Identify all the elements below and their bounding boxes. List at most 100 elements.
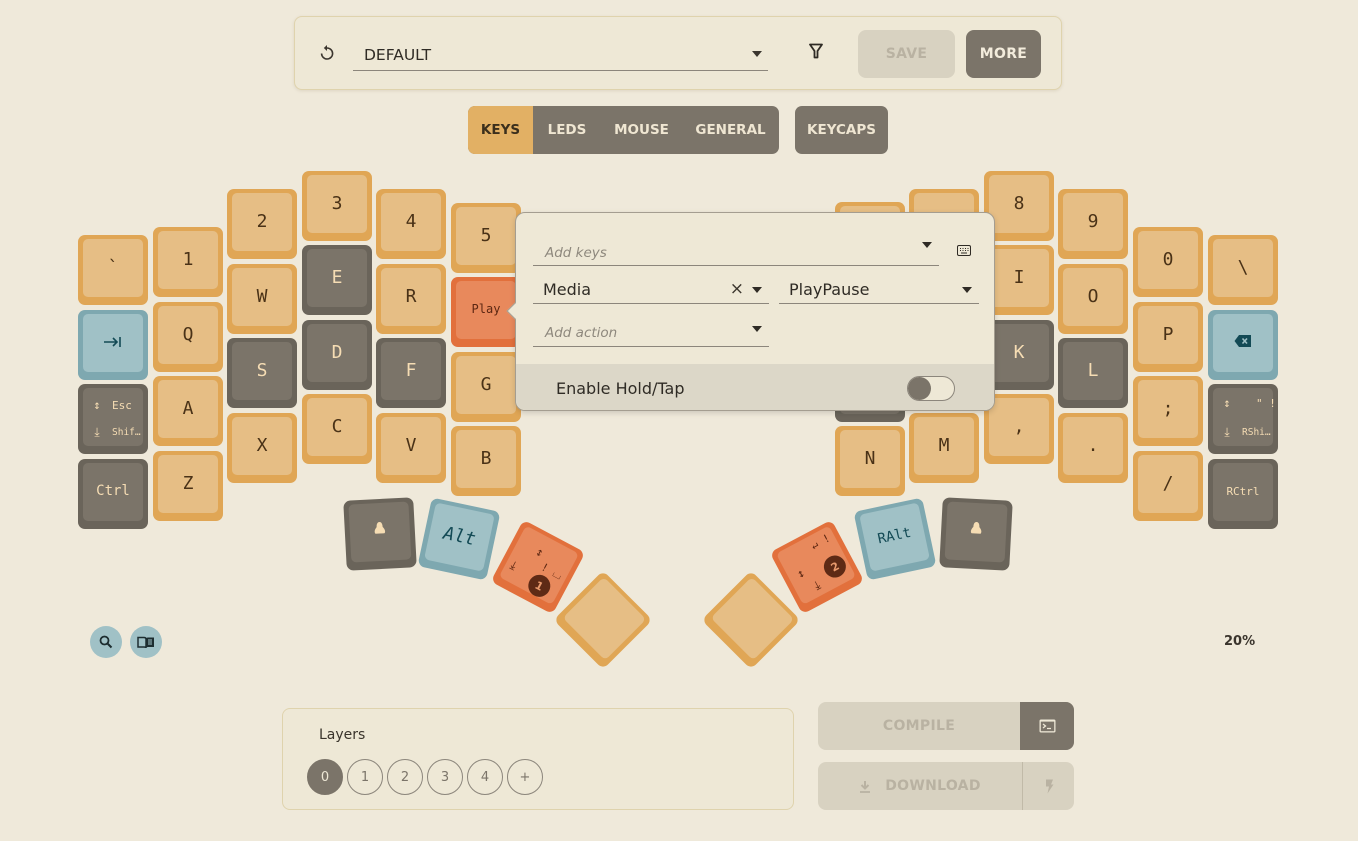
- key-c[interactable]: C: [302, 394, 372, 464]
- key-label: 1: [182, 248, 194, 270]
- key-5[interactable]: 5: [451, 203, 521, 273]
- key-label: B: [480, 447, 492, 469]
- hold-tap-row: Enable Hold/Tap: [516, 364, 994, 410]
- key-super-right[interactable]: [939, 497, 1013, 571]
- key-quote-rshift[interactable]: ↕ " ! ⤓ RShi…: [1208, 384, 1278, 454]
- key-esc-shift[interactable]: ↕ Esc ⤓ Shif…: [78, 384, 148, 454]
- key-4[interactable]: 4: [376, 189, 446, 259]
- tap-label: " !: [1256, 396, 1276, 410]
- layer-button-2[interactable]: 2: [387, 759, 423, 795]
- add-layer-button[interactable]: +: [507, 759, 543, 795]
- key-ctrl[interactable]: Ctrl: [78, 459, 148, 529]
- layer-button-3[interactable]: 3: [427, 759, 463, 795]
- tab-leds[interactable]: LEDS: [533, 106, 601, 154]
- key-slash[interactable]: /: [1133, 451, 1203, 521]
- key-thumb-layer2[interactable]: ↵ ! ↕ ⤓ 2: [769, 519, 865, 615]
- docs-button[interactable]: [130, 626, 162, 658]
- key-o[interactable]: O: [1058, 264, 1128, 334]
- key-label: K: [1013, 341, 1025, 363]
- action-value-select[interactable]: PlayPause: [779, 278, 979, 304]
- linux-icon: [969, 520, 984, 542]
- key-label: P: [1162, 323, 1174, 345]
- key-1[interactable]: 1: [153, 227, 223, 297]
- key-3[interactable]: 3: [302, 171, 372, 241]
- key-v[interactable]: V: [376, 413, 446, 483]
- key-2[interactable]: 2: [227, 189, 297, 259]
- key-semicolon[interactable]: ;: [1133, 376, 1203, 446]
- add-action-placeholder: Add action: [545, 325, 618, 341]
- reset-button[interactable]: [315, 41, 339, 65]
- key-period[interactable]: .: [1058, 413, 1128, 483]
- layer-button-4[interactable]: 4: [467, 759, 503, 795]
- key-thumb-layer1[interactable]: ↕ ! ⌴ ⤓ 1: [490, 519, 586, 615]
- category-value: Media: [543, 280, 592, 299]
- key-e[interactable]: E: [302, 245, 372, 315]
- book-icon: [137, 636, 154, 648]
- key-alt[interactable]: Alt: [417, 497, 501, 581]
- hold-icon: ⤓: [94, 425, 100, 439]
- key-label: `: [107, 256, 119, 278]
- tab-keys[interactable]: KEYS: [468, 106, 533, 154]
- key-r[interactable]: R: [376, 264, 446, 334]
- tab-keycaps[interactable]: KEYCAPS: [795, 106, 888, 154]
- key-super-left[interactable]: [343, 497, 417, 571]
- hold-label: RShi…: [1242, 427, 1271, 438]
- key-backspace[interactable]: [1208, 310, 1278, 380]
- key-editor-popup: Add keys Media × PlayPause Add action En…: [506, 212, 995, 411]
- key-thumb-blank-right[interactable]: [701, 570, 801, 670]
- tab-general[interactable]: GENERAL: [682, 106, 779, 154]
- hold-tap-toggle[interactable]: [907, 376, 955, 401]
- clear-icon[interactable]: ×: [730, 279, 744, 299]
- key-backslash[interactable]: \: [1208, 235, 1278, 305]
- profile-select[interactable]: DEFAULT: [353, 37, 768, 71]
- console-button[interactable]: [1020, 702, 1074, 750]
- key-ralt[interactable]: RAlt: [853, 497, 937, 581]
- key-comma[interactable]: ,: [984, 394, 1054, 464]
- filter-button[interactable]: [809, 43, 829, 63]
- download-button[interactable]: DOWNLOAD: [818, 762, 1022, 810]
- layer-button-1[interactable]: 1: [347, 759, 383, 795]
- more-button[interactable]: MORE: [966, 30, 1041, 78]
- layer-button-0[interactable]: 0: [307, 759, 343, 795]
- key-w[interactable]: W: [227, 264, 297, 334]
- flash-button[interactable]: [1023, 762, 1074, 810]
- search-button[interactable]: [90, 626, 122, 658]
- key-label: L: [1087, 359, 1099, 381]
- key-n[interactable]: N: [835, 426, 905, 496]
- key-label: RCtrl: [1226, 484, 1260, 498]
- key-q[interactable]: Q: [153, 302, 223, 372]
- action-category-select[interactable]: Media ×: [533, 278, 769, 304]
- key-label: G: [480, 373, 492, 395]
- key-rctrl[interactable]: RCtrl: [1208, 459, 1278, 529]
- key-p[interactable]: P: [1133, 302, 1203, 372]
- key-label: Z: [182, 472, 194, 494]
- key-d[interactable]: D: [302, 320, 372, 390]
- key-tab[interactable]: [78, 310, 148, 380]
- key-label: I: [1013, 266, 1025, 288]
- key-backtick[interactable]: `: [78, 235, 148, 305]
- key-m[interactable]: M: [909, 413, 979, 483]
- key-x[interactable]: X: [227, 413, 297, 483]
- add-keys-select[interactable]: Add keys: [533, 231, 939, 266]
- key-s[interactable]: S: [227, 338, 297, 408]
- key-l[interactable]: L: [1058, 338, 1128, 408]
- hold-label: Shif…: [112, 427, 141, 438]
- key-0[interactable]: 0: [1133, 227, 1203, 297]
- key-b[interactable]: B: [451, 426, 521, 496]
- key-label: ,: [1013, 415, 1025, 437]
- add-action-select[interactable]: Add action: [533, 321, 769, 347]
- key-9[interactable]: 9: [1058, 189, 1128, 259]
- save-button[interactable]: SAVE: [858, 30, 955, 78]
- chevron-down-icon: [752, 287, 762, 293]
- key-f[interactable]: F: [376, 338, 446, 408]
- key-z[interactable]: Z: [153, 451, 223, 521]
- key-a[interactable]: A: [153, 376, 223, 446]
- compile-button[interactable]: COMPILE: [818, 702, 1020, 750]
- hold-tap-label: Enable Hold/Tap: [556, 379, 685, 398]
- zoom-level: 20%: [1224, 634, 1256, 649]
- key-g[interactable]: G: [451, 352, 521, 422]
- keyboard-picker-button[interactable]: [957, 241, 971, 256]
- tap-label: Esc: [112, 398, 132, 412]
- tab-mouse[interactable]: MOUSE: [601, 106, 682, 154]
- key-thumb-blank-left[interactable]: [553, 570, 653, 670]
